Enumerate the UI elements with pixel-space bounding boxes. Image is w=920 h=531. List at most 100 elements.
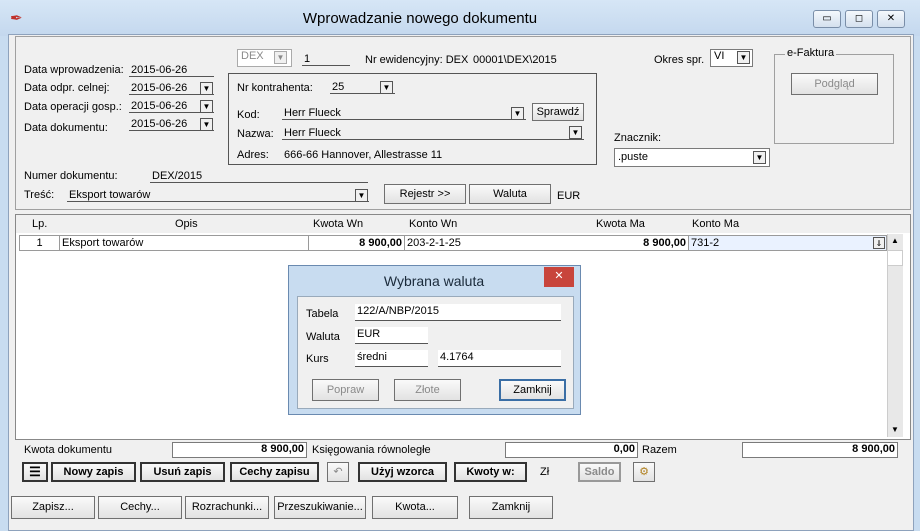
grid-header [16,215,910,233]
chevron-down-icon: ▼ [739,53,748,62]
settings-button[interactable]: ⚙ [633,462,655,482]
data-dokumentu-dropdown[interactable]: ▼ [200,118,213,131]
nazwa-dropdown[interactable]: ▼ [569,126,582,139]
scroll-up-icon[interactable]: ▲ [887,234,903,248]
efaktura-group [774,54,894,144]
close-button[interactable]: ✕ [877,10,905,28]
nazwa-label: Nazwa: [237,128,274,140]
nr-ewid-label: Nr ewidencyjny: DEX [365,54,469,66]
col-konto-wn: Konto Wn [409,218,458,230]
table-row[interactable]: 1 Eksport towarów 8 900,00 203-2-1-25 8 … [19,235,887,251]
przeszukiwanie-button[interactable]: Przeszukiwanie... [274,496,366,519]
tresc-field[interactable]: Eksport towarów [67,189,369,202]
title-bar: ✒ Wprowadzanie nowego dokumentu ▭ ◻ ✕ [0,0,920,36]
dialog-close-button[interactable]: ✕ [544,267,574,287]
cell-kwota-ma: 8 900,00 [591,236,689,250]
col-konto-ma: Konto Ma [692,218,740,230]
download-icon: ⇓ [875,239,883,248]
chevron-down-icon: ▼ [202,102,211,111]
undo-button[interactable]: ↶ [327,462,349,482]
kwota-dok-label: Kwota dokumentu [24,444,113,456]
scroll-down-icon[interactable]: ▼ [887,423,903,437]
chevron-down-icon: ▼ [571,128,580,137]
chevron-down-icon: ▼ [755,153,764,162]
waluta-dialog: Wybrana waluta ✕ Tabela 122/A/NBP/2015 W… [288,265,581,415]
waluta-field[interactable]: EUR [355,327,428,344]
data-odpr-dropdown[interactable]: ▼ [200,82,213,95]
row-picker-button[interactable]: ⇓ [873,237,885,249]
dialog-zamknij-button[interactable]: Zamknij [499,379,566,401]
ksieg-label: Księgowania równoległe [312,444,431,456]
znacznik-value: .puste [618,151,648,163]
uzyj-wzorca-button[interactable]: Użyj wzorca [358,462,447,482]
chevron-down-icon: ▼ [357,191,366,200]
popraw-button[interactable]: Popraw [312,379,379,401]
tresc-dropdown[interactable]: ▼ [355,189,368,202]
rozrachunki-button[interactable]: Rozrachunki... [185,496,269,519]
zapisz-button[interactable]: Zapisz... [11,496,95,519]
data-wprowadzenia-field[interactable]: 2015-06-26 [129,64,214,77]
cechy-button[interactable]: Cechy... [98,496,182,519]
col-lp: Lp. [32,218,48,230]
okres-label: Okres spr. [654,54,705,66]
kod-label: Kod: [237,109,260,121]
zlote-button[interactable]: Złote [394,379,461,401]
efaktura-label: e-Faktura [785,47,837,59]
nazwa-field[interactable]: Herr Flueck [282,127,584,140]
kwoty-w-button[interactable]: Kwoty w: [454,462,527,482]
menu-toggle-button[interactable]: ☰ [22,462,48,482]
znacznik-select[interactable]: .puste [614,148,770,167]
chevron-down-icon: ▼ [513,109,522,118]
doc-type-dropdown[interactable]: ▼ [274,51,287,64]
tabela-label: Tabela [306,308,339,320]
razem-label: Razem [642,444,677,456]
restore-button[interactable]: ◻ [845,10,873,28]
cechy-zapisu-button[interactable]: Cechy zapisu [230,462,319,482]
kod-dropdown[interactable]: ▼ [511,107,524,120]
adres-label: Adres: [237,149,269,161]
data-operacji-label: Data operacji gosp.: [24,101,122,113]
sprawdz-button[interactable]: Sprawdź [532,103,584,121]
tabela-field[interactable]: 122/A/NBP/2015 [355,304,561,321]
nr-kontrahenta-label: Nr kontrahenta: [237,82,313,94]
chevron-down-icon: ▼ [202,120,211,129]
minimize-icon: ▭ [822,13,832,24]
scroll-thumb[interactable] [887,250,903,266]
numer-dok-label: Numer dokumentu: [24,170,118,182]
doc-number-field[interactable]: 1 [302,53,350,66]
znacznik-label: Znacznik: [614,132,662,144]
rejestr-button[interactable]: Rejestr >> [384,184,466,204]
chevron-down-icon: ▼ [382,83,391,92]
kwota-button[interactable]: Kwota... [372,496,458,519]
nr-kontrahenta-dropdown[interactable]: ▼ [380,81,393,94]
okres-value: VI [714,50,725,62]
podglad-button[interactable]: Podgląd [791,73,878,95]
dialog-title: Wybrana waluta [383,273,485,289]
nowy-zapis-button[interactable]: Nowy zapis [51,462,136,482]
chevron-down-icon: ▼ [276,53,285,62]
kurs-type-field[interactable]: średni [355,350,428,367]
data-operacji-dropdown[interactable]: ▼ [200,100,213,113]
okres-dropdown[interactable]: ▼ [737,51,750,64]
undo-icon: ↶ [333,466,343,478]
waluta-button[interactable]: Waluta [469,184,551,204]
cell-lp: 1 [20,236,60,250]
usun-zapis-button[interactable]: Usuń zapis [140,462,225,482]
kod-field[interactable]: Herr Flueck [282,107,526,120]
col-kwota-ma: Kwota Ma [596,218,645,230]
col-kwota-wn: Kwota Wn [313,218,364,230]
window-title: Wprowadzanie nowego dokumentu [302,10,538,27]
znacznik-dropdown[interactable]: ▼ [753,151,766,164]
zamknij-button[interactable]: Zamknij [469,496,553,519]
currency-label: Zł [540,466,550,478]
col-opis: Opis [175,218,198,230]
cell-konto-ma[interactable]: 731-2 [689,236,886,250]
kurs-field[interactable]: 4.1764 [438,350,561,367]
kwota-dok-field: 8 900,00 [172,442,307,458]
data-wprowadzenia-label: Data wprowadzenia: [24,64,124,76]
saldo-button[interactable]: Saldo [578,462,621,482]
close-icon: ✕ [554,270,564,282]
numer-dok-field[interactable]: DEX/2015 [150,170,368,183]
dialog-body: Tabela 122/A/NBP/2015 Waluta EUR Kurs śr… [297,296,574,409]
minimize-button[interactable]: ▭ [813,10,841,28]
